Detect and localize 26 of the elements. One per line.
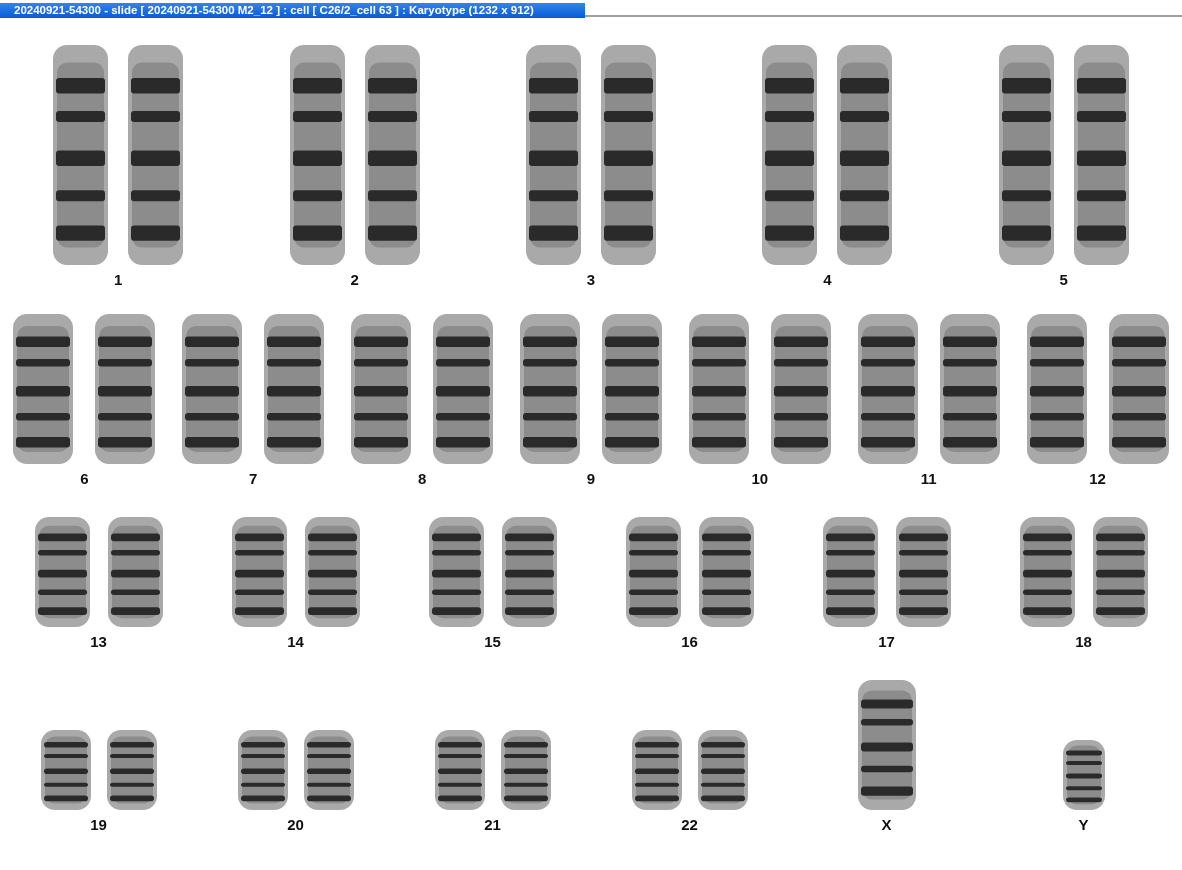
chromosome-label: 12 [1089, 470, 1106, 487]
chromosome-label: 22 [681, 816, 698, 833]
chromosome-label: 3 [586, 271, 596, 288]
chromosome-label: 2 [350, 271, 359, 288]
chromosome-label: 19 [90, 816, 107, 833]
chromosome-label: 10 [751, 470, 769, 487]
chromosome-label: Y [1078, 816, 1089, 833]
chromosome-label: 5 [1059, 271, 1068, 288]
window-title: 20240921-54300 - slide [ 20240921-54300 M2_12 ] : cell [ C26/2_cell 63 ] : Karyotype (1232 x 912) [0, 3, 585, 18]
chromosome-label: 9 [586, 470, 596, 487]
chromosome-label: X [881, 816, 892, 833]
chromosome-label: 11 [920, 470, 937, 487]
chromosome-label: 21 [484, 816, 501, 833]
chromosome-label: 18 [1075, 633, 1092, 650]
chromosome-label: 15 [484, 633, 501, 650]
chromosome-label: 13 [90, 633, 107, 650]
chromosome-label: 14 [287, 633, 304, 650]
chromosome-drawing [1062, 740, 1105, 810]
chromosome-label: 20 [287, 816, 304, 833]
chromosome-label: 4 [823, 271, 832, 288]
chromosome-label: 8 [417, 470, 427, 487]
chromosome-label: 17 [878, 633, 895, 650]
chromosome-label: 1 [114, 271, 123, 288]
chromosome-label: 7 [249, 470, 258, 487]
chromosome-label: 6 [80, 470, 89, 487]
chromosome-label: 16 [681, 633, 698, 650]
